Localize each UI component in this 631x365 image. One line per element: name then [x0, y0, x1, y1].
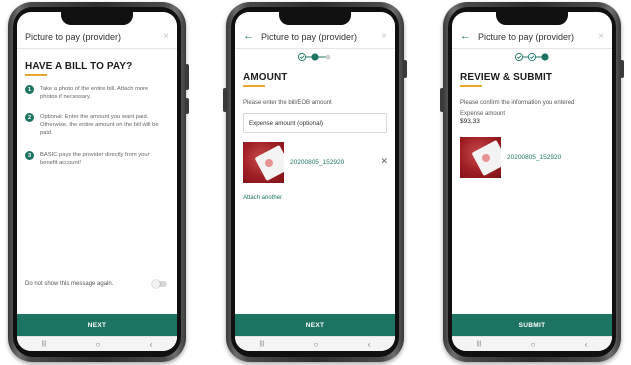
android-nav-bar: ||| ○ ‹: [452, 336, 612, 351]
phone-mockup-review: ← Picture to pay (provider) × REVIEW & S…: [440, 2, 624, 362]
step-text: Take a photo of the entire bill. Attach …: [40, 86, 149, 100]
instruction-text: Please enter the bill/EOB amount: [243, 100, 332, 106]
attach-another-link[interactable]: Attach another: [243, 195, 282, 201]
instruction-step-2: 2 Optional: Enter the amount you want pa…: [25, 113, 165, 137]
heading-underline: [25, 74, 47, 76]
recent-apps-icon[interactable]: |||: [260, 341, 265, 347]
phone-notch: [496, 12, 568, 25]
phone-side-button: [185, 64, 189, 90]
phone-side-button: [403, 60, 407, 78]
home-icon[interactable]: ○: [531, 340, 536, 349]
next-button[interactable]: NEXT: [235, 314, 395, 336]
back-arrow-icon[interactable]: ←: [460, 31, 471, 42]
dont-show-again-toggle[interactable]: [152, 279, 167, 288]
close-icon[interactable]: ×: [163, 31, 169, 42]
attachment-thumbnail[interactable]: [243, 142, 284, 183]
phone-notch: [61, 12, 133, 25]
home-icon[interactable]: ○: [314, 340, 319, 349]
step-text: BASIC pays the provider directly from yo…: [40, 152, 150, 166]
close-icon[interactable]: ×: [381, 31, 387, 42]
step-complete-icon: [514, 52, 524, 62]
app-bar: ← Picture to pay (provider) ×: [452, 25, 612, 49]
step-number-badge: 1: [25, 85, 34, 94]
back-icon[interactable]: ‹: [150, 340, 153, 349]
step-complete-icon: [527, 52, 537, 62]
phone-notch: [279, 12, 351, 25]
back-icon[interactable]: ‹: [585, 340, 588, 349]
step-current-icon: [311, 53, 319, 61]
next-button[interactable]: NEXT: [17, 314, 177, 336]
app-bar: ← Picture to pay (provider) ×: [235, 25, 395, 49]
back-arrow-icon[interactable]: ←: [243, 31, 254, 42]
page-heading: REVIEW & SUBMIT: [460, 72, 553, 83]
app-bar: Picture to pay (provider) ×: [17, 25, 177, 49]
step-upcoming-icon: [325, 54, 331, 60]
app-bar-title: Picture to pay (provider): [478, 31, 575, 42]
page-heading: AMOUNT: [243, 72, 288, 83]
app-bar-title: Picture to pay (provider): [25, 31, 122, 42]
step-number-badge: 3: [25, 151, 34, 160]
android-nav-bar: ||| ○ ‹: [17, 336, 177, 351]
step-number-badge: 2: [25, 113, 34, 122]
recent-apps-icon[interactable]: |||: [42, 341, 47, 347]
phone-screen: ← Picture to pay (provider) × AMOUNT Ple…: [235, 12, 395, 351]
submit-button[interactable]: SUBMIT: [452, 314, 612, 336]
step-complete-icon: [297, 52, 307, 62]
instruction-step-3: 3 BASIC pays the provider directly from …: [25, 151, 165, 167]
attachment-file-name: 20200805_152920: [507, 154, 562, 161]
page-heading: HAVE A BILL TO PAY?: [25, 61, 133, 72]
recent-apps-icon[interactable]: |||: [477, 341, 482, 347]
expense-amount-input[interactable]: Expense amount (optional): [243, 113, 387, 133]
phone-screen: ← Picture to pay (provider) × REVIEW & S…: [452, 12, 612, 351]
instruction-text: Please confirm the information you enter…: [460, 100, 575, 106]
phone-side-button: [440, 88, 444, 112]
close-icon[interactable]: ×: [598, 31, 604, 42]
home-icon[interactable]: ○: [96, 340, 101, 349]
app-bar-title: Picture to pay (provider): [261, 31, 358, 42]
expense-amount-value: $93.33: [460, 118, 480, 125]
step-current-icon: [541, 53, 549, 61]
phone-mockup-amount: ← Picture to pay (provider) × AMOUNT Ple…: [223, 2, 407, 362]
dont-show-again-row: Do not show this message again.: [25, 279, 167, 289]
attachment-thumbnail[interactable]: [460, 137, 501, 178]
phone-screen: Picture to pay (provider) × HAVE A BILL …: [17, 12, 177, 351]
phone-side-button: [185, 98, 189, 114]
phone-side-button: [620, 60, 624, 78]
toggle-label: Do not show this message again.: [25, 281, 114, 287]
attachment-file-name: 20200805_152920: [290, 159, 345, 166]
progress-stepper: [235, 52, 395, 62]
step-text: Optional: Enter the amount you want paid…: [40, 114, 159, 136]
phone-mockup-intro: Picture to pay (provider) × HAVE A BILL …: [8, 2, 189, 362]
phone-side-button: [223, 88, 227, 112]
instruction-step-1: 1 Take a photo of the entire bill. Attac…: [25, 85, 165, 101]
remove-attachment-icon[interactable]: ✕: [380, 157, 388, 166]
progress-stepper: [452, 52, 612, 62]
back-icon[interactable]: ‹: [368, 340, 371, 349]
heading-underline: [460, 85, 482, 87]
heading-underline: [243, 85, 265, 87]
android-nav-bar: ||| ○ ‹: [235, 336, 395, 351]
